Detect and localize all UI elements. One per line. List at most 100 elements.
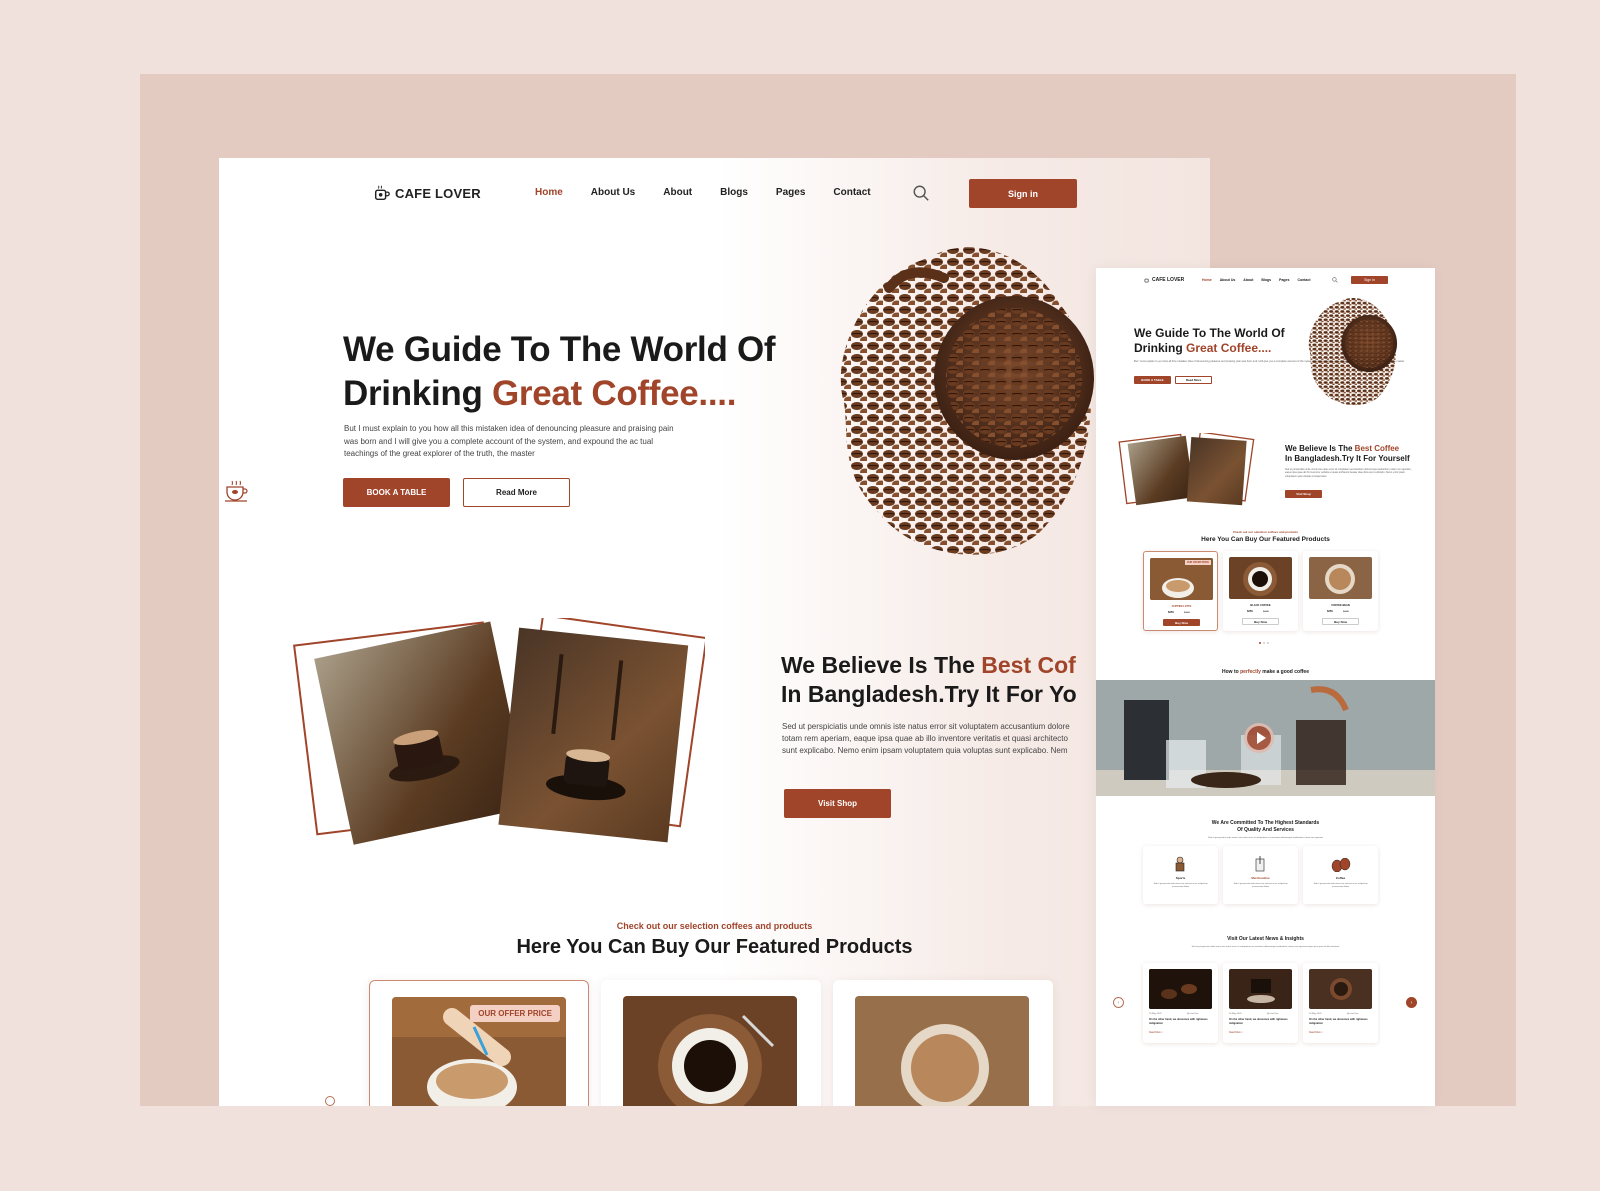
news-author: By Jan Doe (1267, 1013, 1279, 1015)
carousel-dots[interactable] (1259, 642, 1271, 645)
news-date: 20 May 2022 (1149, 1013, 1162, 1015)
carousel-dot[interactable] (1259, 642, 1261, 644)
news-image (1229, 969, 1292, 1009)
read-more-button[interactable]: Read More (463, 478, 570, 507)
mini-coffee-beans-image (1308, 297, 1398, 406)
mini-buy-now-button[interactable]: Buy Now (1322, 618, 1359, 625)
offer-price-tag: OUR OFFER PRICE (470, 1005, 560, 1022)
hero-description: But I must explain to you how all this m… (344, 424, 674, 458)
mini-product-image (1229, 557, 1292, 599)
nav-about[interactable]: About (663, 187, 692, 198)
mini-believe-prefix: We Believe Is The (1285, 444, 1355, 453)
mini-product-price: $250 (1247, 610, 1253, 613)
mini-nav-about-us[interactable]: About Us (1220, 278, 1236, 282)
news-read-more[interactable]: Read More > (1229, 1031, 1243, 1034)
mini-hero-prefix: Drinking (1134, 341, 1187, 355)
hero-title-prefix: Drinking (343, 374, 492, 413)
book-table-button[interactable]: BOOK A TABLE (343, 478, 450, 507)
mini-coffee-photos (1118, 433, 1255, 506)
coffee-cup-icon (1144, 278, 1149, 283)
mini-product-card[interactable]: BLACK COFFEE $250 $300 Buy Now (1223, 551, 1298, 631)
signin-button[interactable]: Sign in (969, 179, 1077, 208)
product-image (855, 996, 1029, 1106)
arrow-left-icon[interactable]: ‹ (1113, 997, 1124, 1008)
mini-news-title: Visit Our Latest News & Insights (1227, 936, 1304, 942)
news-card[interactable]: 20 May 2022 By Jan Doe On the other hand… (1223, 963, 1298, 1043)
mini-product-price: $250 (1168, 611, 1174, 614)
product-card[interactable] (601, 980, 821, 1106)
mini-read-more-button[interactable]: Read More (1175, 376, 1212, 384)
arrow-right-icon[interactable]: › (1406, 997, 1417, 1008)
service-card[interactable]: Sports Sed ut perspiciatis unde omnis is… (1143, 846, 1218, 904)
news-read-more[interactable]: Read More > (1149, 1031, 1163, 1034)
play-icon[interactable] (1244, 723, 1274, 753)
mini-believe-title: We Believe Is The Best Coffee In Banglad… (1285, 444, 1410, 464)
mini-nav-home[interactable]: Home (1202, 278, 1212, 282)
mini-page: CAFE LOVER Home About Us About Blogs Pag… (1096, 268, 1435, 1106)
carousel-dot[interactable] (1263, 642, 1265, 644)
mini-nav-about[interactable]: About (1243, 278, 1253, 282)
news-card[interactable]: 20 May 2022 By Jan Doe On the other hand… (1143, 963, 1218, 1043)
mini-product-image (1309, 557, 1372, 599)
search-icon[interactable] (912, 184, 930, 202)
mini-book-table-button[interactable]: BOOK A TABLE (1134, 376, 1171, 384)
mini-video-banner[interactable] (1096, 680, 1435, 796)
mini-howto-prefix: How to (1222, 669, 1241, 675)
mini-nav-pages[interactable]: Pages (1279, 278, 1289, 282)
mini-brand-logo[interactable]: CAFE LOVER (1144, 277, 1184, 283)
mini-product-price: $250 (1327, 610, 1333, 613)
mini-brand-name: CAFE LOVER (1152, 277, 1185, 283)
mini-commit-title: We Are Committed To The Highest Standard… (1096, 820, 1435, 833)
coffee-cup-photo (1309, 969, 1372, 1009)
mini-signin-button[interactable]: Sign in (1351, 276, 1388, 284)
mini-product-image: OUR OFFER PRICE (1150, 558, 1213, 600)
mini-news-description: Sed ut perspiciatis unde omnis iste natu… (1191, 946, 1340, 948)
featured-subtitle: Check out our selection coffees and prod… (616, 921, 813, 931)
visit-shop-button[interactable]: Visit Shop (784, 789, 891, 818)
mini-buy-now-button[interactable]: Buy Now (1242, 618, 1279, 625)
nav-contact[interactable]: Contact (833, 187, 870, 198)
mini-nav-blogs[interactable]: Blogs (1261, 278, 1271, 282)
coffee-bean-photo (1309, 557, 1372, 599)
news-read-more[interactable]: Read More > (1309, 1031, 1323, 1034)
news-image (1309, 969, 1372, 1009)
mini-nav-contact[interactable]: Contact (1297, 278, 1310, 282)
mini-believe-description: Sed ut perspiciatis unde omnis iste natu… (1285, 468, 1412, 478)
black-coffee-photo (623, 996, 797, 1106)
product-card[interactable]: OUR OFFER PRICE (369, 980, 589, 1106)
news-text: On the other hand, we denounce with righ… (1149, 1018, 1208, 1025)
news-text: On the other hand, we denounce with righ… (1309, 1018, 1368, 1025)
mini-visit-shop-button[interactable]: Visit Shop (1285, 490, 1322, 498)
nav-blogs[interactable]: Blogs (720, 187, 748, 198)
nav-pages[interactable]: Pages (776, 187, 805, 198)
mini-offer-tag: OUR OFFER PRICE (1184, 560, 1211, 565)
mini-believe-accent: Best Coffee (1354, 444, 1400, 453)
coffee-press-icon (1255, 856, 1265, 872)
mini-product-card[interactable]: OUR OFFER PRICE CUPPER LATTE $250 $300 B… (1143, 551, 1218, 631)
nav-about-us[interactable]: About Us (591, 187, 635, 198)
product-card[interactable] (833, 980, 1053, 1106)
believe-line1: We Believe Is The Best Cof (781, 651, 1077, 680)
mini-product-card[interactable]: COFFEE BEAN $250 $300 Buy Now (1303, 551, 1378, 631)
nav-home[interactable]: Home (535, 187, 563, 198)
carousel-dot[interactable] (1267, 642, 1269, 644)
news-date: 20 May 2022 (1229, 1013, 1242, 1015)
hero-title-line2: Drinking Great Coffee.... (343, 372, 775, 416)
brand-logo[interactable]: CAFE LOVER (373, 184, 481, 202)
mini-nav: Home About Us About Blogs Pages Contact (1202, 278, 1310, 282)
mini-featured-title: Here You Can Buy Our Featured Products (1201, 536, 1330, 543)
mini-product-name: CUPPER LATTE (1171, 605, 1192, 608)
service-card[interactable]: Coffee Sed ut perspiciatis unde omnis is… (1303, 846, 1378, 904)
service-name: Merchandise (1251, 876, 1270, 880)
featured-title: Here You Can Buy Our Featured Products (516, 936, 913, 958)
mini-buy-now-button[interactable]: Buy Now (1163, 619, 1200, 626)
search-icon[interactable] (1332, 277, 1338, 283)
coffee-photos-collage (293, 618, 705, 845)
news-author: By Jan Doe (1347, 1013, 1359, 1015)
mini-product-name: BLACK COFFEE (1250, 604, 1271, 607)
service-name: Coffee (1335, 876, 1346, 880)
mini-product-old-price: $300 (1263, 610, 1269, 613)
news-card[interactable]: 20 May 2022 By Jan Doe On the other hand… (1303, 963, 1378, 1043)
service-card[interactable]: Merchandise Sed ut perspiciatis unde omn… (1223, 846, 1298, 904)
arrow-left-icon[interactable] (325, 1096, 335, 1106)
